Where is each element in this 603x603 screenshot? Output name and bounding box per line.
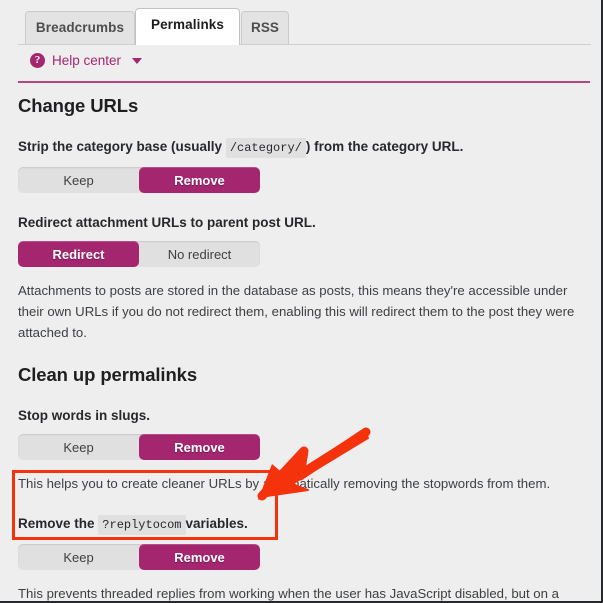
setting-label-text-after: ) from the category URL.: [305, 139, 464, 154]
setting-description: Attachments to posts are stored in the d…: [18, 283, 575, 340]
setting-strip-category-base: Strip the category base (usually /catego…: [18, 138, 590, 193]
settings-screenshot: Breadcrumbs Permalinks RSS ? Help center…: [0, 0, 603, 603]
toggle-option-remove[interactable]: Remove: [139, 167, 260, 193]
section-title-clean-up-permalinks: Clean up permalinks: [18, 364, 198, 385]
setting-label: Remove the ?replytocom variables.: [18, 515, 590, 535]
setting-label-text-before: Strip the category base (usually: [18, 139, 223, 154]
tab-rss[interactable]: RSS: [241, 11, 289, 44]
setting-label: Stop words in slugs.: [18, 407, 590, 425]
setting-redirect-attachment-urls: Redirect attachment URLs to parent post …: [18, 214, 590, 343]
setting-remove-replytocom: Remove the ?replytocom variables. Keep Re…: [18, 515, 590, 601]
setting-label-text-before: Remove the: [18, 516, 95, 531]
setting-label-text-before: Stop words in slugs.: [18, 408, 151, 423]
toggle-option-remove[interactable]: Remove: [139, 544, 260, 570]
setting-description: This prevents threaded replies from work…: [18, 586, 559, 601]
chevron-down-icon: [132, 57, 143, 64]
toggle-redirect-attachment-urls[interactable]: Redirect No redirect: [18, 241, 260, 267]
code-chip-replytocom: ?replytocom: [98, 515, 186, 535]
toggle-option-no-redirect[interactable]: No redirect: [139, 241, 260, 267]
setting-label-text-after: variables.: [185, 516, 248, 531]
tab-bar: Breadcrumbs Permalinks RSS: [0, 0, 601, 46]
setting-label-text-before: Redirect attachment URLs to parent post …: [18, 215, 316, 230]
section-divider: [18, 81, 590, 83]
setting-stop-words-in-slugs: Stop words in slugs. Keep Remove This he…: [18, 407, 590, 494]
help-center-toggle[interactable]: ? Help center: [30, 53, 143, 68]
toggle-option-keep[interactable]: Keep: [18, 167, 139, 193]
tab-permalinks[interactable]: Permalinks: [135, 8, 240, 45]
toggle-option-remove[interactable]: Remove: [139, 434, 260, 460]
tab-breadcrumbs[interactable]: Breadcrumbs: [25, 11, 135, 44]
toggle-option-keep[interactable]: Keep: [18, 544, 139, 570]
toggle-option-redirect[interactable]: Redirect: [18, 241, 139, 267]
tab-bar-baseline: [18, 44, 591, 45]
setting-description: This helps you to create cleaner URLs by…: [18, 476, 551, 491]
question-mark-circle-icon: ?: [30, 53, 45, 68]
section-title-change-urls: Change URLs: [18, 95, 139, 116]
setting-label: Redirect attachment URLs to parent post …: [18, 214, 590, 232]
toggle-option-keep[interactable]: Keep: [18, 434, 139, 460]
code-chip-category: /category/: [225, 138, 306, 158]
help-center-label: Help center: [52, 53, 122, 68]
setting-label: Strip the category base (usually /catego…: [18, 138, 590, 158]
toggle-strip-category-base[interactable]: Keep Remove: [18, 167, 260, 193]
settings-content: Change URLs Strip the category base (usu…: [18, 95, 590, 601]
toggle-remove-replytocom[interactable]: Keep Remove: [18, 544, 260, 570]
toggle-stop-words-in-slugs[interactable]: Keep Remove: [18, 434, 260, 460]
